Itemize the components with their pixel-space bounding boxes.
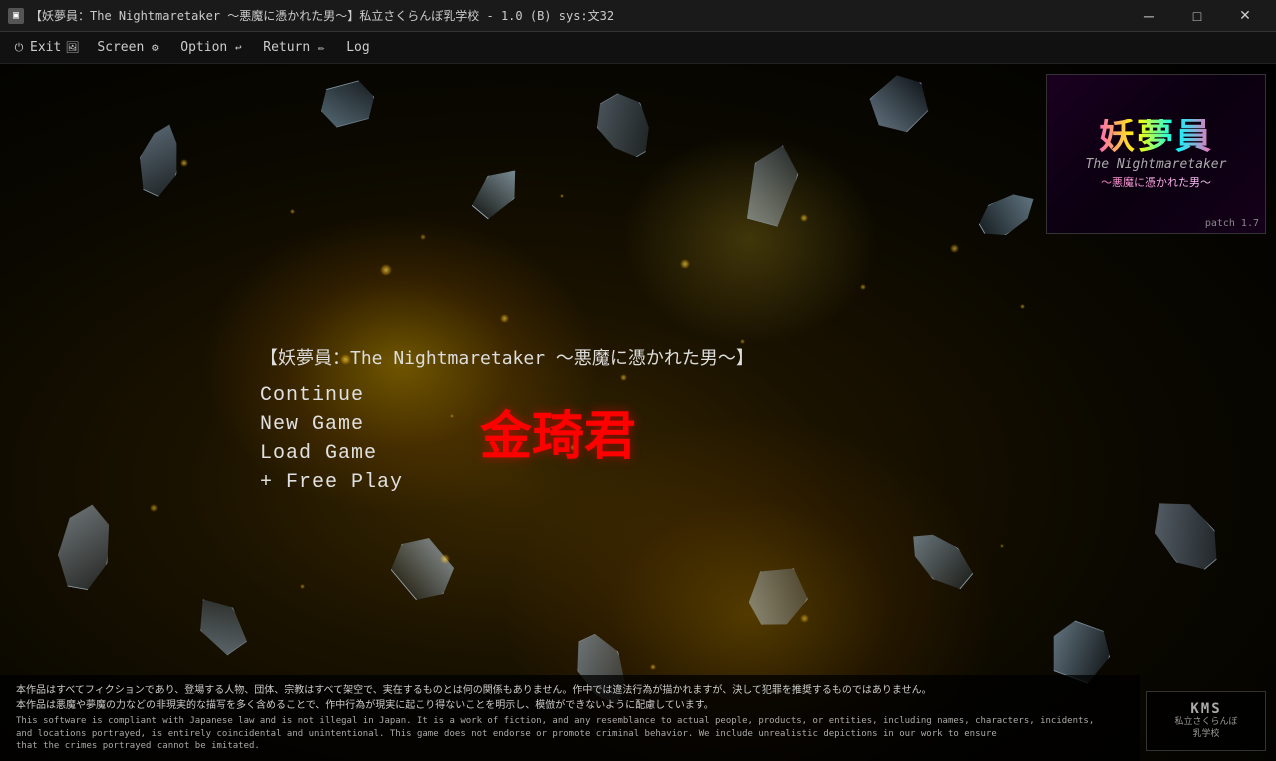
particle-4	[420, 234, 426, 240]
exit-icon-after: 🖼	[65, 41, 79, 55]
particle-21	[800, 614, 809, 623]
game-logo-area: 妖夢員 The Nightmaretaker ～悪魔に憑かれた男～ patch …	[1046, 74, 1266, 254]
menu-log-label: Log	[346, 40, 369, 55]
particle-22	[1000, 544, 1004, 548]
menu-option-label: Option	[180, 40, 227, 55]
logo-subtitle: ～悪魔に憑かれた男～	[1101, 174, 1211, 190]
menu-item-screen[interactable]: Screen ⚙	[89, 36, 170, 59]
particle-17	[150, 504, 158, 512]
power-icon: ⏻	[12, 41, 26, 55]
menu-exit-label: Exit	[30, 40, 61, 55]
particle-15	[1020, 304, 1025, 309]
publisher-brand: KMS	[1190, 701, 1221, 717]
titlebar-left: ▣ 【妖夢員：The Nightmaretaker ～悪魔に憑かれた男～】私立さ…	[8, 7, 614, 24]
particle-10	[800, 214, 808, 222]
menu-item-exit[interactable]: ⏻ Exit 🖼	[4, 36, 87, 59]
menu-screen-label: Screen	[97, 40, 144, 55]
option-return-icon: ↩	[231, 41, 245, 55]
free-play-button[interactable]: + Free Play	[260, 469, 754, 496]
disclaimer-area: 本作品はすべてフィクションであり、登場する人物、団体、宗教はすべて架空で、実在す…	[0, 675, 1140, 761]
particle-5	[500, 314, 509, 323]
particle-6	[560, 194, 564, 198]
screen-gear-icon: ⚙	[148, 41, 162, 55]
particle-11	[860, 284, 866, 290]
title-bar: ▣ 【妖夢員：The Nightmaretaker ～悪魔に憑かれた男～】私立さ…	[0, 0, 1276, 32]
game-area: 妖夢員 The Nightmaretaker ～悪魔に憑かれた男～ patch …	[0, 64, 1276, 761]
menu-bar: ⏻ Exit 🖼 Screen ⚙ Option ↩ Return ✏ Log	[0, 32, 1276, 64]
game-title-line: 【妖夢員：The Nightmaretaker ～悪魔に憑かれた男～】	[260, 344, 754, 370]
particle-2	[290, 209, 295, 214]
menu-item-return[interactable]: Return ✏	[255, 36, 336, 59]
particle-8	[680, 259, 690, 269]
publisher-logo: KMS 私立さくらんぼ 乳学校	[1146, 691, 1266, 751]
publisher-school-name: 私立さくらんぼ 乳学校	[1174, 717, 1237, 740]
maximize-button[interactable]: □	[1174, 2, 1220, 30]
logo-title-english: The Nightmaretaker	[1086, 157, 1227, 172]
window-controls: ─ □ ✕	[1126, 2, 1268, 30]
particle-18	[300, 584, 305, 589]
return-pencil-icon: ✏	[314, 41, 328, 55]
window-title: 【妖夢員：The Nightmaretaker ～悪魔に憑かれた男～】私立さくら…	[30, 7, 614, 24]
particle-14	[950, 244, 959, 253]
disclaimer-english: This software is compliant with Japanese…	[16, 715, 1124, 753]
particle-20	[650, 664, 656, 670]
player-name-display: 金琦君	[480, 394, 636, 469]
particle-3	[380, 264, 392, 276]
menu-item-option[interactable]: Option ↩	[172, 36, 253, 59]
patch-version: patch 1.7	[1205, 218, 1259, 229]
particle-19	[440, 554, 450, 564]
menu-return-label: Return	[263, 40, 310, 55]
menu-item-log[interactable]: Log	[338, 36, 377, 59]
close-button[interactable]: ✕	[1222, 2, 1268, 30]
minimize-button[interactable]: ─	[1126, 2, 1172, 30]
app-icon: ▣	[8, 8, 24, 24]
particle-1	[180, 159, 188, 167]
logo-title-japanese: 妖夢員	[1099, 119, 1213, 155]
disclaimer-japanese: 本作品はすべてフィクションであり、登場する人物、団体、宗教はすべて架空で、実在す…	[16, 683, 1124, 713]
logo-box: 妖夢員 The Nightmaretaker ～悪魔に憑かれた男～ patch …	[1046, 74, 1266, 234]
